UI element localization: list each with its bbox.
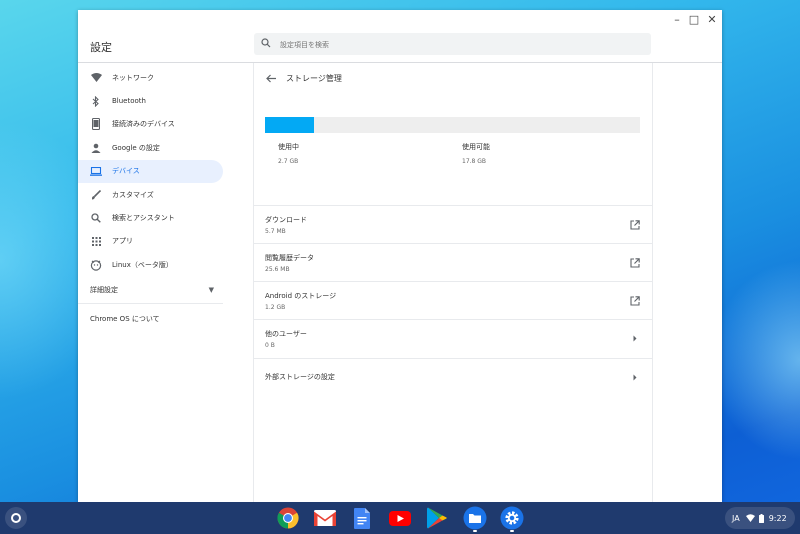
laptop-icon bbox=[90, 165, 102, 177]
sidebar-item-connected-devices[interactable]: 接続済みのデバイス bbox=[78, 113, 253, 136]
settings-icon[interactable] bbox=[500, 506, 524, 532]
apps-grid-icon bbox=[90, 235, 102, 247]
sidebar-item-bluetooth[interactable]: Bluetooth bbox=[78, 89, 253, 112]
sidebar-item-linux[interactable]: Linux（ベータ版） bbox=[78, 253, 253, 276]
page-title: ストレージ管理 bbox=[286, 73, 342, 83]
row-subtitle: 25.6 MB bbox=[265, 266, 290, 273]
external-link-icon bbox=[629, 219, 640, 230]
clock: 9:22 bbox=[768, 513, 787, 523]
launcher-button[interactable] bbox=[5, 507, 27, 529]
row-subtitle: 5.7 MB bbox=[265, 228, 286, 235]
wifi-icon bbox=[90, 72, 102, 84]
wifi-icon bbox=[745, 514, 755, 522]
phone-icon bbox=[90, 118, 102, 131]
row-external-storage[interactable]: 外部ストレージの設定 bbox=[254, 358, 652, 397]
row-title: Android のストレージ bbox=[265, 292, 337, 300]
sidebar: ネットワーク Bluetooth 接続済みのデバイス Google の設定 デバ… bbox=[78, 63, 254, 502]
minimize-button[interactable]: – bbox=[670, 13, 684, 27]
row-title: 他のユーザー bbox=[265, 330, 307, 338]
status-tray[interactable]: JA 9:22 bbox=[725, 507, 795, 529]
sidebar-item-device[interactable]: デバイス bbox=[78, 159, 223, 183]
youtube-icon[interactable] bbox=[388, 506, 412, 530]
settings-header: 設定 bbox=[78, 30, 722, 63]
advanced-toggle[interactable]: 詳細設定 ▼ bbox=[78, 277, 223, 304]
sidebar-item-label: 検索とアシスタント bbox=[112, 214, 175, 223]
maximize-button[interactable]: □ bbox=[687, 13, 701, 27]
sidebar-item-label: カスタマイズ bbox=[112, 190, 154, 199]
row-browsing-data[interactable]: 閲覧履歴データ 25.6 MB bbox=[254, 243, 652, 282]
sidebar-item-label: 接続済みのデバイス bbox=[112, 120, 175, 129]
sidebar-item-label: ネットワーク bbox=[112, 73, 154, 82]
used-label: 使用中 bbox=[278, 143, 299, 151]
row-subtitle: 0 B bbox=[265, 342, 275, 349]
page-header: ストレージ管理 bbox=[264, 71, 342, 85]
sidebar-item-label: アプリ bbox=[112, 237, 133, 246]
row-title: ダウンロード bbox=[265, 216, 307, 224]
storage-page: ストレージ管理 使用中 2.7 GB 使用可能 17.8 GB ダウンロード 5… bbox=[254, 63, 653, 502]
gmail-icon[interactable] bbox=[313, 506, 337, 530]
row-title: 外部ストレージの設定 bbox=[265, 373, 335, 381]
chevron-down-icon: ▼ bbox=[208, 285, 214, 294]
search-input[interactable] bbox=[278, 33, 642, 57]
running-indicator bbox=[510, 530, 514, 532]
row-subtitle: 1.2 GB bbox=[265, 304, 286, 311]
wallpaper-glow bbox=[710, 260, 800, 460]
sidebar-item-label: デバイス bbox=[112, 167, 140, 176]
docs-icon[interactable] bbox=[350, 506, 374, 530]
settings-window: – □ ✕ 設定 ネットワーク Bluetooth bbox=[78, 10, 722, 502]
external-link-icon bbox=[629, 257, 640, 268]
files-icon[interactable] bbox=[463, 506, 487, 532]
row-downloads[interactable]: ダウンロード 5.7 MB bbox=[254, 205, 652, 244]
storage-usage-bar bbox=[265, 117, 640, 133]
shelf: JA 9:22 bbox=[0, 502, 800, 534]
close-button[interactable]: ✕ bbox=[705, 13, 719, 27]
title-bar: – □ ✕ bbox=[78, 10, 722, 30]
about-chrome-os-link[interactable]: Chrome OS について bbox=[78, 304, 253, 334]
battery-icon bbox=[758, 513, 764, 523]
sidebar-item-search-assistant[interactable]: 検索とアシスタント bbox=[78, 206, 253, 229]
ime-indicator: JA bbox=[732, 513, 740, 523]
brush-icon bbox=[90, 189, 102, 201]
sidebar-item-google-settings[interactable]: Google の設定 bbox=[78, 136, 253, 159]
sidebar-item-network[interactable]: ネットワーク bbox=[78, 66, 253, 89]
row-title: 閲覧履歴データ bbox=[265, 254, 314, 262]
search-icon bbox=[261, 38, 271, 48]
chevron-right-icon bbox=[629, 372, 640, 383]
chevron-right-icon bbox=[629, 333, 640, 344]
launcher-icon bbox=[11, 513, 21, 523]
about-label: Chrome OS について bbox=[90, 314, 160, 323]
external-link-icon bbox=[629, 295, 640, 306]
sidebar-item-label: Linux（ベータ版） bbox=[112, 260, 173, 269]
bluetooth-icon bbox=[90, 95, 102, 107]
row-other-users[interactable]: 他のユーザー 0 B bbox=[254, 319, 652, 358]
sidebar-item-label: Bluetooth bbox=[112, 97, 146, 106]
row-android-storage[interactable]: Android のストレージ 1.2 GB bbox=[254, 281, 652, 320]
chrome-icon[interactable] bbox=[276, 506, 300, 530]
storage-available: 使用可能 17.8 GB bbox=[462, 142, 490, 165]
search-icon bbox=[90, 212, 102, 224]
back-arrow-icon[interactable] bbox=[264, 71, 278, 85]
available-value: 17.8 GB bbox=[462, 158, 487, 165]
used-value: 2.7 GB bbox=[278, 158, 299, 165]
app-title: 設定 bbox=[90, 41, 112, 54]
sidebar-item-apps[interactable]: アプリ bbox=[78, 230, 253, 253]
storage-used: 使用中 2.7 GB bbox=[278, 142, 299, 165]
search-box[interactable] bbox=[254, 33, 651, 57]
storage-usage-fill bbox=[265, 117, 314, 133]
sidebar-item-label: Google の設定 bbox=[112, 143, 160, 152]
advanced-label: 詳細設定 bbox=[90, 285, 118, 294]
running-indicator bbox=[473, 530, 477, 532]
sidebar-item-personalization[interactable]: カスタマイズ bbox=[78, 183, 253, 206]
person-icon bbox=[90, 142, 102, 154]
available-label: 使用可能 bbox=[462, 143, 490, 151]
play-store-icon[interactable] bbox=[425, 506, 449, 530]
linux-icon bbox=[90, 259, 102, 271]
